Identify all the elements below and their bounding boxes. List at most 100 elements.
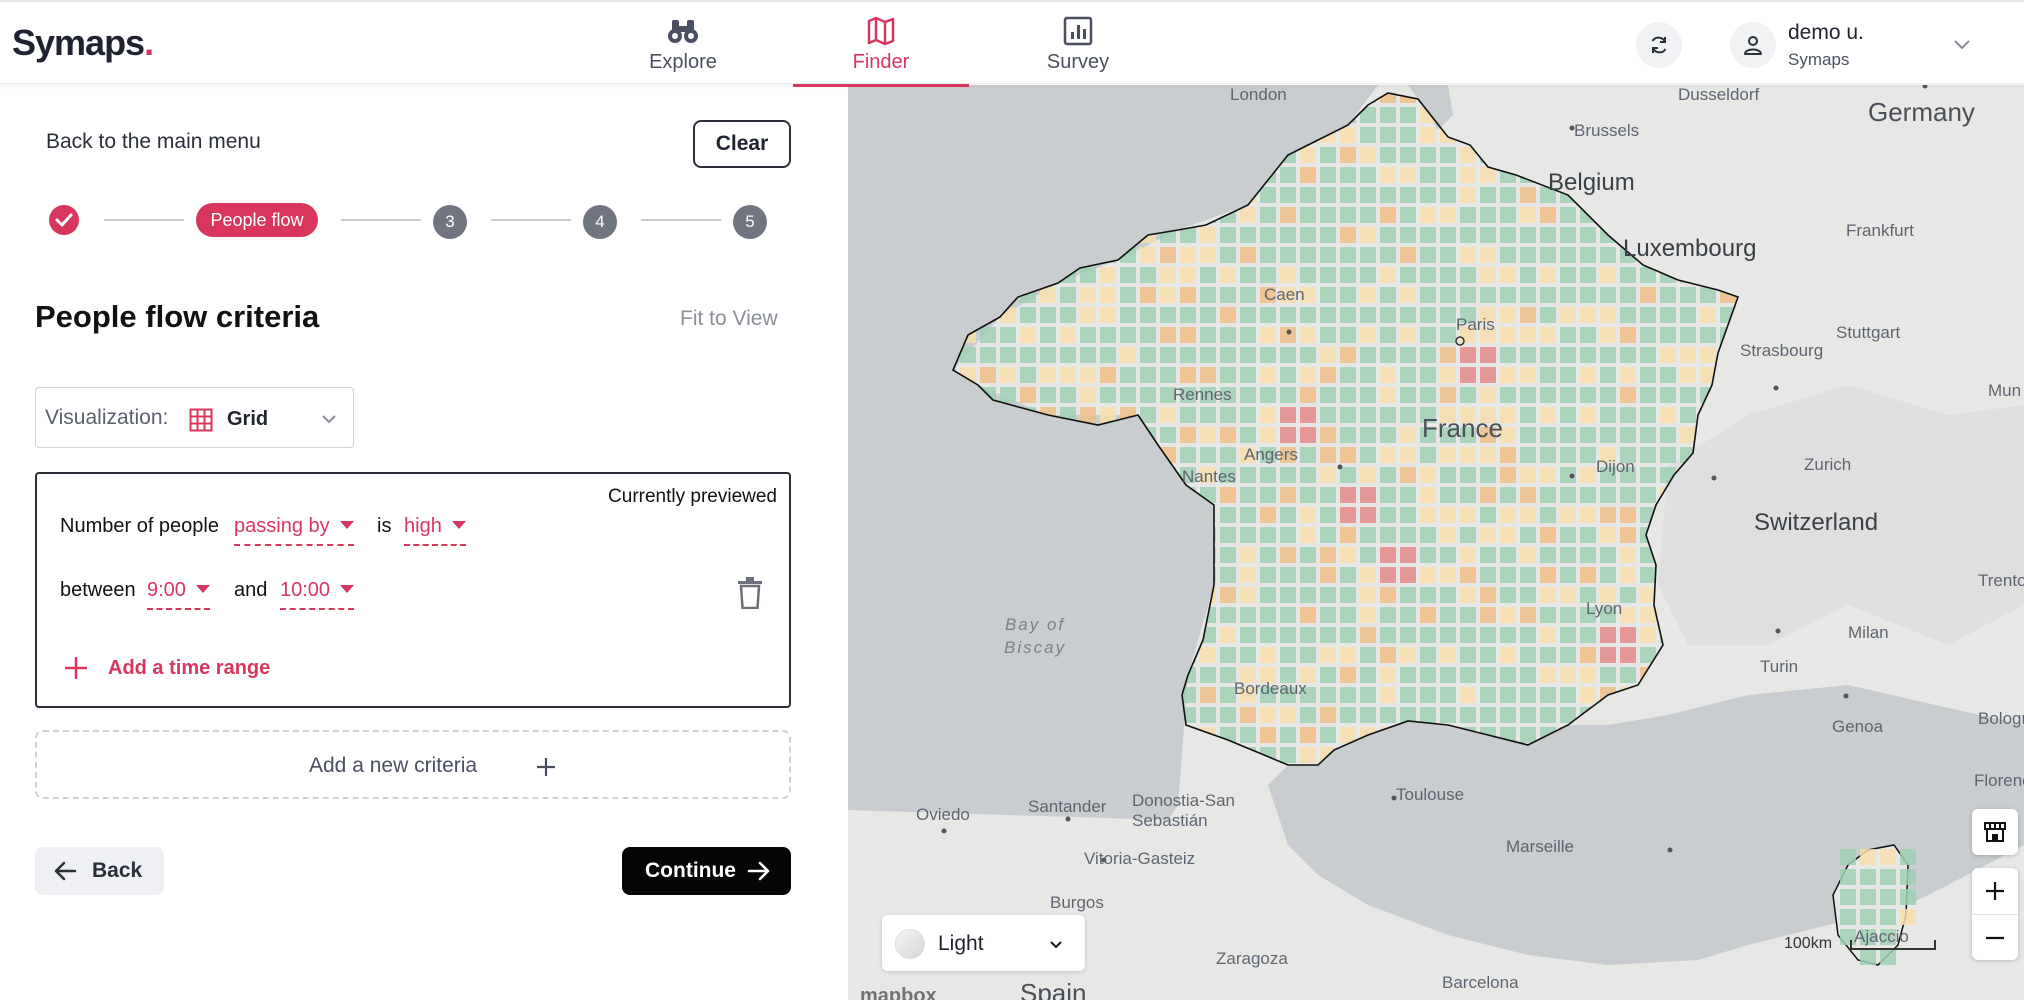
grid-cell xyxy=(1300,467,1316,483)
grid-cell xyxy=(1520,93,1536,103)
grid-cell xyxy=(1540,427,1556,443)
app-logo[interactable]: Symaps. xyxy=(12,22,154,64)
grid-cell xyxy=(1320,707,1336,723)
grid-cell xyxy=(1660,207,1676,223)
grid-cell xyxy=(1300,447,1316,463)
map-label-sea: Bay of Biscay xyxy=(1004,615,1067,657)
grid-cell xyxy=(1620,147,1636,163)
grid-cell xyxy=(1180,747,1196,763)
grid-cell xyxy=(1480,267,1496,283)
grid-cell xyxy=(1220,287,1236,303)
continue-button[interactable]: Continue xyxy=(622,847,791,895)
map-label: Barcelona xyxy=(1442,973,1519,992)
grid-icon xyxy=(189,408,213,432)
grid-cell xyxy=(1560,607,1576,623)
fit-to-view-button[interactable]: Fit to View xyxy=(680,307,778,331)
grid-cell xyxy=(1220,347,1236,363)
step-4[interactable]: 4 xyxy=(583,205,617,239)
grid-cell xyxy=(1400,427,1416,443)
grid-cell xyxy=(1200,707,1216,723)
grid-cell xyxy=(1300,327,1316,343)
grid-cell xyxy=(1360,287,1376,303)
step-completed[interactable] xyxy=(49,205,79,235)
nav-tab-finder[interactable]: Finder xyxy=(793,2,969,87)
grid-cell xyxy=(1620,347,1636,363)
trash-icon[interactable] xyxy=(736,577,764,609)
grid-cell xyxy=(1060,327,1076,343)
grid-cell xyxy=(1240,267,1256,283)
grid-cell xyxy=(1240,507,1256,523)
grid-cell xyxy=(1420,227,1436,243)
grid-cell xyxy=(1600,567,1616,583)
grid-cell xyxy=(1240,367,1256,383)
grid-cell xyxy=(1680,387,1696,403)
map-style-select[interactable]: Light xyxy=(882,915,1085,971)
grid-cell xyxy=(1480,527,1496,543)
grid-cell xyxy=(1540,667,1556,683)
grid-cell xyxy=(1360,327,1376,343)
zoom-out-button[interactable] xyxy=(1972,914,2018,960)
grid-cell xyxy=(1560,507,1576,523)
stepper-line xyxy=(491,219,571,221)
grid-cell xyxy=(1200,647,1216,663)
grid-cell xyxy=(1380,527,1396,543)
level-dropdown[interactable]: high xyxy=(404,515,466,546)
grid-cell xyxy=(1360,247,1376,263)
grid-cell xyxy=(1000,347,1016,363)
mapbox-logo[interactable]: mapbox xyxy=(860,985,937,1000)
back-to-main-menu-link[interactable]: Back to the main menu xyxy=(46,130,261,154)
step-3[interactable]: 3 xyxy=(433,205,467,239)
start-time-dropdown[interactable]: 9:00 xyxy=(147,579,210,610)
grid-cell xyxy=(1320,387,1336,403)
grid-cell xyxy=(1420,587,1436,603)
flow-type-dropdown[interactable]: passing by xyxy=(234,515,354,546)
grid-cell xyxy=(1460,527,1476,543)
end-time-dropdown[interactable]: 10:00 xyxy=(280,579,355,610)
grid-cell xyxy=(1620,427,1636,443)
grid-cell xyxy=(1340,407,1356,423)
grid-cell xyxy=(1660,107,1676,123)
map-label: Toulouse xyxy=(1396,785,1465,804)
grid-cell xyxy=(1060,287,1076,303)
grid-cell xyxy=(1400,347,1416,363)
chevron-down-icon[interactable] xyxy=(1950,32,1974,56)
grid-cell xyxy=(1320,307,1336,323)
zoom-in-button[interactable] xyxy=(1972,868,2018,914)
grid-cell xyxy=(1220,547,1236,563)
grid-cell xyxy=(1560,267,1576,283)
grid-cell xyxy=(1260,347,1276,363)
grid-cell xyxy=(1520,327,1536,343)
back-button[interactable]: Back xyxy=(35,847,164,895)
grid-cell xyxy=(1680,287,1696,303)
grid-cell xyxy=(1440,367,1456,383)
grid-cell xyxy=(1400,507,1416,523)
step-5[interactable]: 5 xyxy=(733,205,767,239)
grid-cell xyxy=(1500,687,1516,703)
grid-cell xyxy=(1640,207,1656,223)
grid-cell xyxy=(1280,347,1296,363)
grid-cell xyxy=(1280,547,1296,563)
nav-tab-explore[interactable]: Explore xyxy=(595,2,771,86)
grid-cell xyxy=(1460,207,1476,223)
grid-cell xyxy=(1380,93,1396,103)
clear-button[interactable]: Clear xyxy=(693,120,791,168)
grid-cell xyxy=(1360,647,1376,663)
grid-cell xyxy=(1620,287,1636,303)
grid-cell xyxy=(1540,207,1556,223)
grid-cell xyxy=(1580,247,1596,263)
visualization-select[interactable]: Visualization: Grid xyxy=(35,387,354,448)
grid-cell xyxy=(1400,547,1416,563)
grid-cell xyxy=(1340,207,1356,223)
avatar[interactable] xyxy=(1730,22,1776,68)
grid-cell xyxy=(1400,127,1416,143)
map-view[interactable]: London Dusseldorf Germany Brussels Belgi… xyxy=(848,85,2024,1000)
store-layer-button[interactable] xyxy=(1972,809,2018,855)
sync-button[interactable] xyxy=(1636,22,1682,68)
grid-cell xyxy=(1200,307,1216,323)
grid-cell xyxy=(1860,909,1876,925)
step-current: People flow xyxy=(196,203,318,237)
grid-cell xyxy=(1500,547,1516,563)
grid-cell xyxy=(1560,567,1576,583)
add-new-criteria-button[interactable]: Add a new criteria xyxy=(35,730,791,799)
nav-tab-survey[interactable]: Survey xyxy=(990,2,1166,86)
